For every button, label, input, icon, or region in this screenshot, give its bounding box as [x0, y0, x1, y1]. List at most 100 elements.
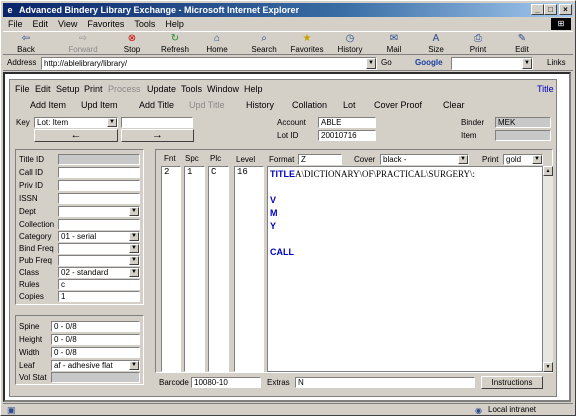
- instructions-button[interactable]: Instructions: [481, 376, 543, 389]
- title-id-field: [58, 154, 140, 165]
- home-button[interactable]: ⌂ Home: [201, 33, 233, 55]
- favorites-button[interactable]: ★ Favorites: [287, 33, 327, 55]
- edit-button[interactable]: ✎ Edit: [507, 33, 537, 55]
- app-menu-window[interactable]: Window: [207, 83, 239, 95]
- vertical-scrollbar[interactable]: ▲ ▼: [543, 166, 553, 372]
- collection-field[interactable]: [58, 219, 140, 230]
- account-label: Account: [277, 118, 306, 127]
- leaf-select[interactable]: af - adhesive flat ▼: [51, 360, 140, 371]
- chevron-down-icon[interactable]: ▼: [522, 58, 532, 69]
- app-menu-print[interactable]: Print: [84, 83, 103, 95]
- edit-icon: ✎: [517, 33, 527, 44]
- zone-label: Local intranet: [488, 405, 537, 414]
- pub-freq-select[interactable]: ▼: [58, 255, 140, 266]
- app-menu-update[interactable]: Update: [147, 83, 176, 95]
- cover-proof-button[interactable]: Cover Proof: [374, 98, 422, 112]
- class-select[interactable]: 02 - standard ▼: [58, 267, 140, 278]
- chevron-down-icon[interactable]: ▼: [129, 207, 139, 216]
- width-field[interactable]: 0 - 0/8: [51, 347, 140, 358]
- clear-button[interactable]: Clear: [443, 98, 465, 112]
- app-action-bar: Add Item Upd Item Add Title Upd Title Hi…: [11, 98, 555, 112]
- app-menu-edit[interactable]: Edit: [35, 83, 51, 95]
- dept-select[interactable]: ▼: [58, 206, 140, 217]
- extras-field[interactable]: N: [295, 377, 475, 388]
- copies-field[interactable]: 1: [58, 291, 140, 302]
- add-item-button[interactable]: Add Item: [30, 98, 66, 112]
- ie-menu-help[interactable]: Help: [160, 18, 189, 30]
- maximize-button[interactable]: □: [544, 4, 557, 15]
- scroll-down-icon[interactable]: ▼: [543, 362, 553, 372]
- chevron-down-icon[interactable]: ▼: [532, 155, 542, 164]
- mail-icon: ✉: [389, 33, 399, 44]
- key-value-input[interactable]: [121, 117, 193, 128]
- chevron-down-icon[interactable]: ▼: [107, 118, 117, 127]
- collation-button[interactable]: Collation: [292, 98, 327, 112]
- cover-select[interactable]: black - ▼: [380, 154, 469, 165]
- print-select[interactable]: gold ▼: [503, 154, 543, 165]
- google-search-input[interactable]: ▼: [451, 57, 533, 70]
- bind-freq-select[interactable]: ▼: [58, 243, 140, 254]
- address-input[interactable]: http://ablelibrary/library/ ▼: [41, 57, 377, 70]
- lot-id-field[interactable]: 20010716: [318, 130, 376, 141]
- app-menu-tools[interactable]: Tools: [181, 83, 202, 95]
- rules-field[interactable]: c: [58, 279, 140, 290]
- forward-button[interactable]: ⇨ Forward: [63, 33, 103, 55]
- plc-column[interactable]: C: [208, 166, 229, 372]
- issn-field[interactable]: [58, 193, 140, 204]
- app-menu-help[interactable]: Help: [244, 83, 263, 95]
- height-field[interactable]: 0 - 0/8: [51, 334, 140, 345]
- refresh-button[interactable]: ↻ Refresh: [157, 33, 193, 55]
- format-field[interactable]: Z: [298, 154, 342, 165]
- prev-record-button[interactable]: ←: [34, 129, 118, 142]
- spine-field[interactable]: 0 - 0/8: [51, 321, 140, 332]
- chevron-down-icon[interactable]: ▼: [129, 268, 139, 277]
- ie-menu-tools[interactable]: Tools: [129, 18, 160, 30]
- title-link[interactable]: Title: [537, 83, 554, 95]
- spc-column[interactable]: 1: [184, 166, 205, 372]
- chevron-down-icon[interactable]: ▼: [129, 256, 139, 265]
- key-select[interactable]: Lot: Item ▼: [34, 117, 118, 128]
- lot-button[interactable]: Lot: [343, 98, 356, 112]
- priv-id-field[interactable]: [58, 180, 140, 191]
- chevron-down-icon[interactable]: ▼: [129, 361, 139, 370]
- chevron-down-icon[interactable]: ▼: [366, 58, 376, 69]
- add-title-button[interactable]: Add Title: [139, 98, 174, 112]
- history-button[interactable]: ◷ History: [333, 33, 367, 55]
- barcode-field[interactable]: 10080-10: [191, 377, 261, 388]
- bind-freq-label: Bind Freq: [19, 244, 54, 253]
- scroll-up-icon[interactable]: ▲: [543, 166, 553, 176]
- call-id-field[interactable]: [58, 167, 140, 178]
- upd-item-button[interactable]: Upd Item: [81, 98, 118, 112]
- search-button[interactable]: ⌕ Search: [247, 33, 281, 55]
- close-button[interactable]: ×: [559, 4, 572, 15]
- spine-text-editor[interactable]: TITLEA\DICTIONARY\OF\PRACTICAL\SURGERY\:…: [267, 166, 543, 372]
- ie-menu-favorites[interactable]: Favorites: [82, 18, 129, 30]
- minimize-button[interactable]: _: [531, 4, 544, 15]
- size-button[interactable]: A Size: [421, 33, 451, 55]
- chevron-down-icon[interactable]: ▼: [129, 244, 139, 253]
- text-size-icon: A: [432, 33, 440, 44]
- ie-menu-file[interactable]: File: [3, 18, 28, 30]
- app-menu-file[interactable]: File: [15, 83, 30, 95]
- intranet-icon: ◉: [475, 406, 482, 415]
- category-select[interactable]: 01 - serial ▼: [58, 231, 140, 242]
- go-button[interactable]: Go: [381, 58, 392, 68]
- rules-label: Rules: [19, 280, 40, 289]
- stop-button[interactable]: ⊗ Stop: [115, 33, 149, 55]
- mail-button[interactable]: ✉ Mail: [379, 33, 409, 55]
- next-record-button[interactable]: →: [121, 129, 194, 142]
- app-menu-setup[interactable]: Setup: [56, 83, 80, 95]
- ie-menu-view[interactable]: View: [53, 18, 82, 30]
- back-button[interactable]: ⇦ Back: [9, 33, 43, 55]
- fnt-column[interactable]: 2: [161, 166, 181, 372]
- level-column[interactable]: 16: [234, 166, 264, 372]
- print-button[interactable]: ⎙ Print: [463, 33, 493, 55]
- account-field[interactable]: ABLE: [318, 117, 376, 128]
- history-app-button[interactable]: History: [246, 98, 274, 112]
- windows-logo-icon: ⊞: [551, 18, 571, 30]
- ie-menu-edit[interactable]: Edit: [28, 18, 54, 30]
- links-label[interactable]: Links: [547, 58, 566, 68]
- chevron-down-icon[interactable]: ▼: [458, 155, 468, 164]
- google-toolbar-label[interactable]: Google: [415, 58, 443, 68]
- chevron-down-icon[interactable]: ▼: [129, 232, 139, 241]
